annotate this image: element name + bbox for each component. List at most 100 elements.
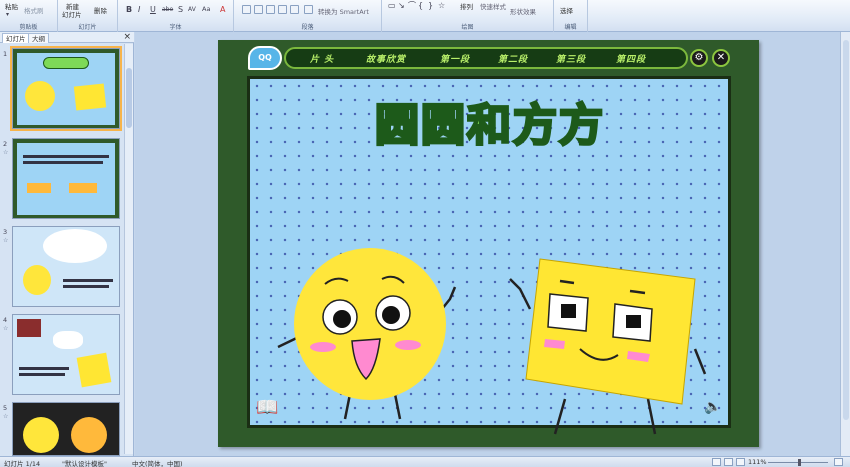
slide-navbar: 片 头 故事欣赏 第一段 第二段 第三段 第四段 <box>284 47 688 69</box>
thumb-number: 3 <box>3 228 8 236</box>
close-panel-icon[interactable]: × <box>123 32 131 43</box>
slide-thumbnail-4[interactable] <box>12 314 120 395</box>
current-slide[interactable]: QQ 片 头 故事欣赏 第一段 第二段 第三段 第四段 ⚙ ✕ 圆圆和方方 📖 … <box>218 40 759 447</box>
theme-name: "默认设计模板" <box>62 460 107 467</box>
paragraph-group-label: 段落 <box>301 24 314 31</box>
drawing-group-label: 绘图 <box>461 24 474 31</box>
circle-body <box>294 248 446 400</box>
char-spacing-button[interactable]: AV <box>188 5 196 14</box>
shape-effects-button[interactable]: 形状效果 <box>510 6 536 16</box>
delete-slide-button[interactable]: 删除 <box>94 5 107 15</box>
slide-title: 圆圆和方方 <box>374 99 605 153</box>
shape-brace-icon[interactable]: { <box>418 1 423 10</box>
columns-icon[interactable] <box>290 5 299 14</box>
text-direction-icon[interactable] <box>304 5 313 14</box>
nav-section-2[interactable]: 第二段 <box>498 53 528 67</box>
nav-section-3[interactable]: 第三段 <box>556 53 586 67</box>
animation-star-icon: ☆ <box>3 413 9 420</box>
slide-count: 幻灯片 1/14 <box>4 460 41 467</box>
animation-star-icon: ☆ <box>3 325 9 332</box>
change-case-button[interactable]: Aa <box>202 5 210 14</box>
circle-character <box>277 248 457 420</box>
circle-left-blush <box>310 342 336 352</box>
square-character <box>509 258 707 435</box>
justify-icon[interactable] <box>278 5 287 14</box>
square-left-arm <box>509 278 532 310</box>
quick-styles-button[interactable]: 快速样式 <box>480 1 506 11</box>
circle-right-leg <box>393 393 402 420</box>
speaker-icon[interactable]: 🔈 <box>704 399 721 415</box>
drawing-group: ▭ ↘ ⌒ { } ☆ 排列 快速样式 形状效果 绘图 <box>382 0 554 32</box>
align-left-icon[interactable] <box>242 5 251 14</box>
new-slide-button-label[interactable]: 幻灯片 <box>62 9 82 19</box>
ribbon: 粘贴 ▾ 格式刷 剪贴板 新建 幻灯片 删除 幻灯片 B I U abe S A… <box>0 0 850 32</box>
select-button[interactable]: 选择 <box>560 5 573 15</box>
thumb-number: 4 <box>3 316 8 324</box>
underline-button[interactable]: U <box>150 5 156 14</box>
italic-button[interactable]: I <box>138 5 140 14</box>
slide-thumbnail-3[interactable] <box>12 226 120 307</box>
settings-icon[interactable]: ⚙ <box>690 49 708 67</box>
shape-brace-close-icon[interactable]: } <box>428 1 433 10</box>
zoom-slider-thumb[interactable] <box>798 459 801 466</box>
status-bar: 幻灯片 1/14 "默认设计模板" 中文(简体，中国) 111% <box>0 456 850 467</box>
thumbnail-scrollbar[interactable] <box>124 44 133 454</box>
align-center-icon[interactable] <box>254 5 263 14</box>
slide-content-area: 圆圆和方方 📖 🔈 <box>247 76 731 435</box>
convert-smartart-button[interactable]: 转换为 SmartArt <box>318 6 369 16</box>
editing-group: 选择 编辑 <box>554 0 588 32</box>
square-left-leg <box>553 398 567 435</box>
nav-section-4[interactable]: 第四段 <box>616 53 646 67</box>
shape-rectangle-icon[interactable]: ▭ <box>388 1 396 10</box>
font-color-button[interactable]: A <box>220 5 225 14</box>
tab-slides[interactable]: 幻灯片 <box>2 33 30 43</box>
zoom-level[interactable]: 111% <box>748 458 767 466</box>
square-body <box>525 258 696 405</box>
slides-panel: 幻灯片 大纲 × 1 2 ☆ 3 ☆ 4 ☆ 5 ☆ <box>0 32 134 456</box>
slide-thumbnail-2[interactable] <box>12 138 120 219</box>
animation-star-icon: ☆ <box>3 237 9 244</box>
square-right-leg <box>646 398 657 435</box>
slides-group: 新建 幻灯片 删除 幻灯片 <box>58 0 118 32</box>
format-painter-button[interactable]: 格式刷 <box>24 5 44 15</box>
slideshow-button[interactable] <box>736 458 745 466</box>
shape-curve-icon[interactable]: ⌒ <box>408 1 416 10</box>
canvas-scrollbar[interactable] <box>840 32 850 456</box>
nav-section-1[interactable]: 第一段 <box>440 53 470 67</box>
slide-thumbnail-1[interactable] <box>10 46 122 131</box>
slide-sorter-button[interactable] <box>724 458 733 466</box>
circle-left-leg <box>343 393 352 420</box>
arrange-button[interactable]: 排列 <box>460 1 473 11</box>
book-icon[interactable]: 📖 <box>256 397 278 418</box>
panel-tabs: 幻灯片 大纲 × <box>0 32 134 43</box>
editing-group-label: 编辑 <box>564 24 577 31</box>
thumb-number: 1 <box>3 50 8 58</box>
animation-star-icon: ☆ <box>3 149 9 156</box>
slides-group-label: 幻灯片 <box>78 24 97 31</box>
tab-outline[interactable]: 大纲 <box>28 33 49 43</box>
clipboard-group: 粘贴 ▾ 格式刷 剪贴板 <box>0 0 58 32</box>
chevron-down-icon[interactable]: ▾ <box>6 10 9 19</box>
nav-intro[interactable]: 片 头 <box>310 53 334 67</box>
shadow-button[interactable]: S <box>178 5 183 14</box>
align-right-icon[interactable] <box>266 5 275 14</box>
paragraph-group: 转换为 SmartArt 段落 <box>234 0 382 32</box>
shape-star-icon[interactable]: ☆ <box>438 1 445 10</box>
circle-right-blush <box>395 340 421 350</box>
slide-thumbnail-5[interactable] <box>12 402 120 456</box>
close-icon[interactable]: ✕ <box>712 49 730 67</box>
font-group-label: 字体 <box>169 24 182 31</box>
bold-button[interactable]: B <box>126 5 132 14</box>
normal-view-button[interactable] <box>712 458 721 466</box>
fit-to-window-button[interactable] <box>834 458 843 466</box>
language-status: 中文(简体，中国) <box>132 460 183 467</box>
font-group: B I U abe S AV Aa A 字体 <box>118 0 234 32</box>
qq-logo: QQ <box>248 46 282 70</box>
square-right-arm <box>693 348 707 375</box>
thumb-number: 5 <box>3 404 8 412</box>
strikethrough-button[interactable]: abe <box>162 5 173 14</box>
thumb-number: 2 <box>3 140 8 148</box>
nav-story[interactable]: 故事欣赏 <box>366 53 406 67</box>
clipboard-group-label: 剪贴板 <box>19 24 38 31</box>
shape-arrow-icon[interactable]: ↘ <box>398 1 405 10</box>
